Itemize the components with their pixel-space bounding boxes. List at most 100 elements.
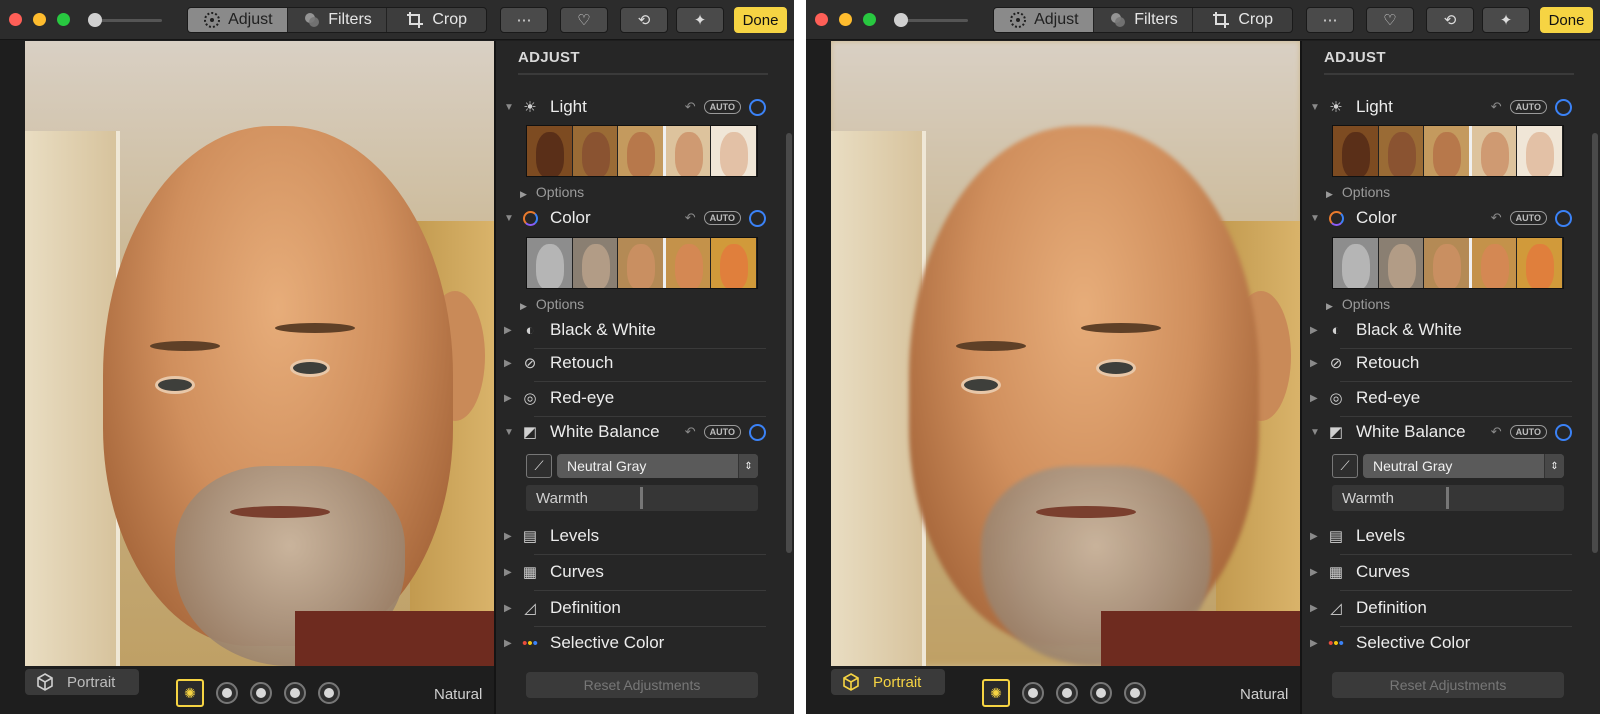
warmth-slider[interactable]: Warmth [526,485,758,511]
tab-crop[interactable]: Crop [1193,8,1292,32]
disclosure-closed-icon[interactable]: ▶ [504,567,516,578]
section-red-eye[interactable]: ▶ ◎ Red-eye [504,383,766,417]
revert-icon[interactable]: ↶ [685,99,696,115]
auto-button[interactable]: AUTO [703,425,741,439]
lighting-stage-option[interactable] [1090,682,1112,704]
color-thumbnail[interactable] [1333,238,1379,288]
lighting-natural-option[interactable]: ✺ [982,679,1010,707]
section-retouch[interactable]: ▶ ⊘ Retouch [504,348,766,382]
revert-icon[interactable]: ↶ [1491,210,1502,226]
portrait-toggle-button[interactable]: Portrait [25,669,139,695]
color-thumbnail-strip[interactable] [1332,237,1564,289]
done-button[interactable]: Done [1540,7,1593,33]
zoom-slider-knob[interactable] [894,13,908,27]
lighting-stage-option[interactable] [284,682,306,704]
zoom-slider-knob[interactable] [88,13,102,27]
section-levels[interactable]: ▶ ▤ Levels [1310,521,1572,555]
color-thumbnail[interactable] [1517,238,1563,288]
photo-canvas[interactable] [831,41,1300,666]
favorite-button[interactable]: ♡ [1366,7,1414,33]
section-definition[interactable]: ▶ ◿ Definition [504,593,766,627]
color-options[interactable]: ▶ Options [1326,296,1390,312]
tab-crop[interactable]: Crop [387,8,486,32]
light-thumbnail[interactable] [1333,126,1379,176]
disclosure-closed-icon[interactable]: ▶ [1310,393,1322,404]
light-thumbnail[interactable] [1471,126,1518,176]
tab-filters[interactable]: Filters [288,8,388,32]
section-color[interactable]: ▼ Color ↶ AUTO [504,203,766,233]
disclosure-open-icon[interactable]: ▼ [1310,213,1322,224]
section-selective-color[interactable]: ▶ • • • Selective Color [1310,628,1572,658]
close-window-button[interactable] [9,13,22,26]
minimize-window-button[interactable] [33,13,46,26]
rotate-button[interactable]: ⟲ [1426,7,1474,33]
disclosure-closed-icon[interactable]: ▶ [504,393,516,404]
disclosure-closed-icon[interactable]: ▶ [1310,325,1322,336]
disclosure-open-icon[interactable]: ▼ [504,213,516,224]
section-red-eye[interactable]: ▶ ◎ Red-eye [1310,383,1572,417]
auto-button[interactable]: AUTO [1509,425,1547,439]
disclosure-open-icon[interactable]: ▼ [1310,427,1322,438]
toggle-circle-icon[interactable] [1555,209,1572,227]
color-thumbnail[interactable] [665,238,712,288]
light-thumbnail[interactable] [1424,126,1472,176]
toggle-circle-icon[interactable] [749,209,766,227]
disclosure-closed-icon[interactable]: ▶ [504,325,516,336]
lighting-studio-option[interactable] [216,682,238,704]
disclosure-closed-icon[interactable]: ▶ [1310,531,1322,542]
section-curves[interactable]: ▶ ▦ Curves [504,557,766,591]
warmth-slider-knob[interactable] [1446,487,1449,509]
white-balance-preset-select[interactable]: Neutral Gray ⇕ [1363,454,1564,478]
enhance-button[interactable]: ✦ [1482,7,1530,33]
rotate-button[interactable]: ⟲ [620,7,668,33]
color-thumbnail-strip[interactable] [526,237,758,289]
lighting-natural-option[interactable]: ✺ [176,679,204,707]
light-thumbnail-strip[interactable] [1332,125,1564,177]
auto-button[interactable]: AUTO [1509,100,1547,114]
section-white-balance[interactable]: ▼ ◩ White Balance ↶ AUTO [1310,417,1572,447]
light-thumbnail[interactable] [618,126,666,176]
reset-adjustments-button[interactable]: Reset Adjustments [1332,672,1564,698]
lighting-contour-option[interactable] [250,682,272,704]
tab-adjust[interactable]: Adjust [188,8,288,32]
light-thumbnail[interactable] [711,126,757,176]
disclosure-closed-icon[interactable]: ▶ [1310,358,1322,369]
auto-button[interactable]: AUTO [703,100,741,114]
panel-scrollbar[interactable] [1592,133,1598,553]
disclosure-closed-icon[interactable]: ▶ [504,638,516,649]
color-thumbnail[interactable] [1471,238,1518,288]
minimize-window-button[interactable] [839,13,852,26]
color-options[interactable]: ▶ Options [520,296,584,312]
revert-icon[interactable]: ↶ [1491,424,1502,440]
lighting-contour-option[interactable] [1056,682,1078,704]
tab-filters[interactable]: Filters [1094,8,1194,32]
section-light[interactable]: ▼ ☀ Light ↶ AUTO [1310,92,1572,122]
color-thumbnail[interactable] [527,238,573,288]
section-retouch[interactable]: ▶ ⊘ Retouch [1310,348,1572,382]
color-thumbnail[interactable] [618,238,666,288]
section-definition[interactable]: ▶ ◿ Definition [1310,593,1572,627]
color-thumbnail[interactable] [1424,238,1472,288]
zoom-slider-track[interactable] [898,19,968,22]
fullscreen-window-button[interactable] [863,13,876,26]
more-button[interactable]: ⋯ [500,7,548,33]
light-thumbnail[interactable] [665,126,712,176]
lighting-stage-mono-option[interactable] [318,682,340,704]
light-options[interactable]: ▶ Options [1326,184,1390,200]
toggle-circle-icon[interactable] [1555,423,1572,441]
zoom-slider-track[interactable] [92,19,162,22]
toggle-circle-icon[interactable] [749,423,766,441]
disclosure-closed-icon[interactable]: ▶ [1310,638,1322,649]
disclosure-closed-icon[interactable]: ▶ [504,603,516,614]
more-button[interactable]: ⋯ [1306,7,1354,33]
disclosure-open-icon[interactable]: ▼ [504,102,516,113]
fullscreen-window-button[interactable] [57,13,70,26]
auto-button[interactable]: AUTO [1509,211,1547,225]
section-white-balance[interactable]: ▼ ◩ White Balance ↶ AUTO [504,417,766,447]
light-thumbnail[interactable] [1517,126,1563,176]
enhance-button[interactable]: ✦ [676,7,724,33]
warmth-slider-knob[interactable] [640,487,643,509]
toggle-circle-icon[interactable] [749,98,766,116]
lighting-studio-option[interactable] [1022,682,1044,704]
done-button[interactable]: Done [734,7,787,33]
